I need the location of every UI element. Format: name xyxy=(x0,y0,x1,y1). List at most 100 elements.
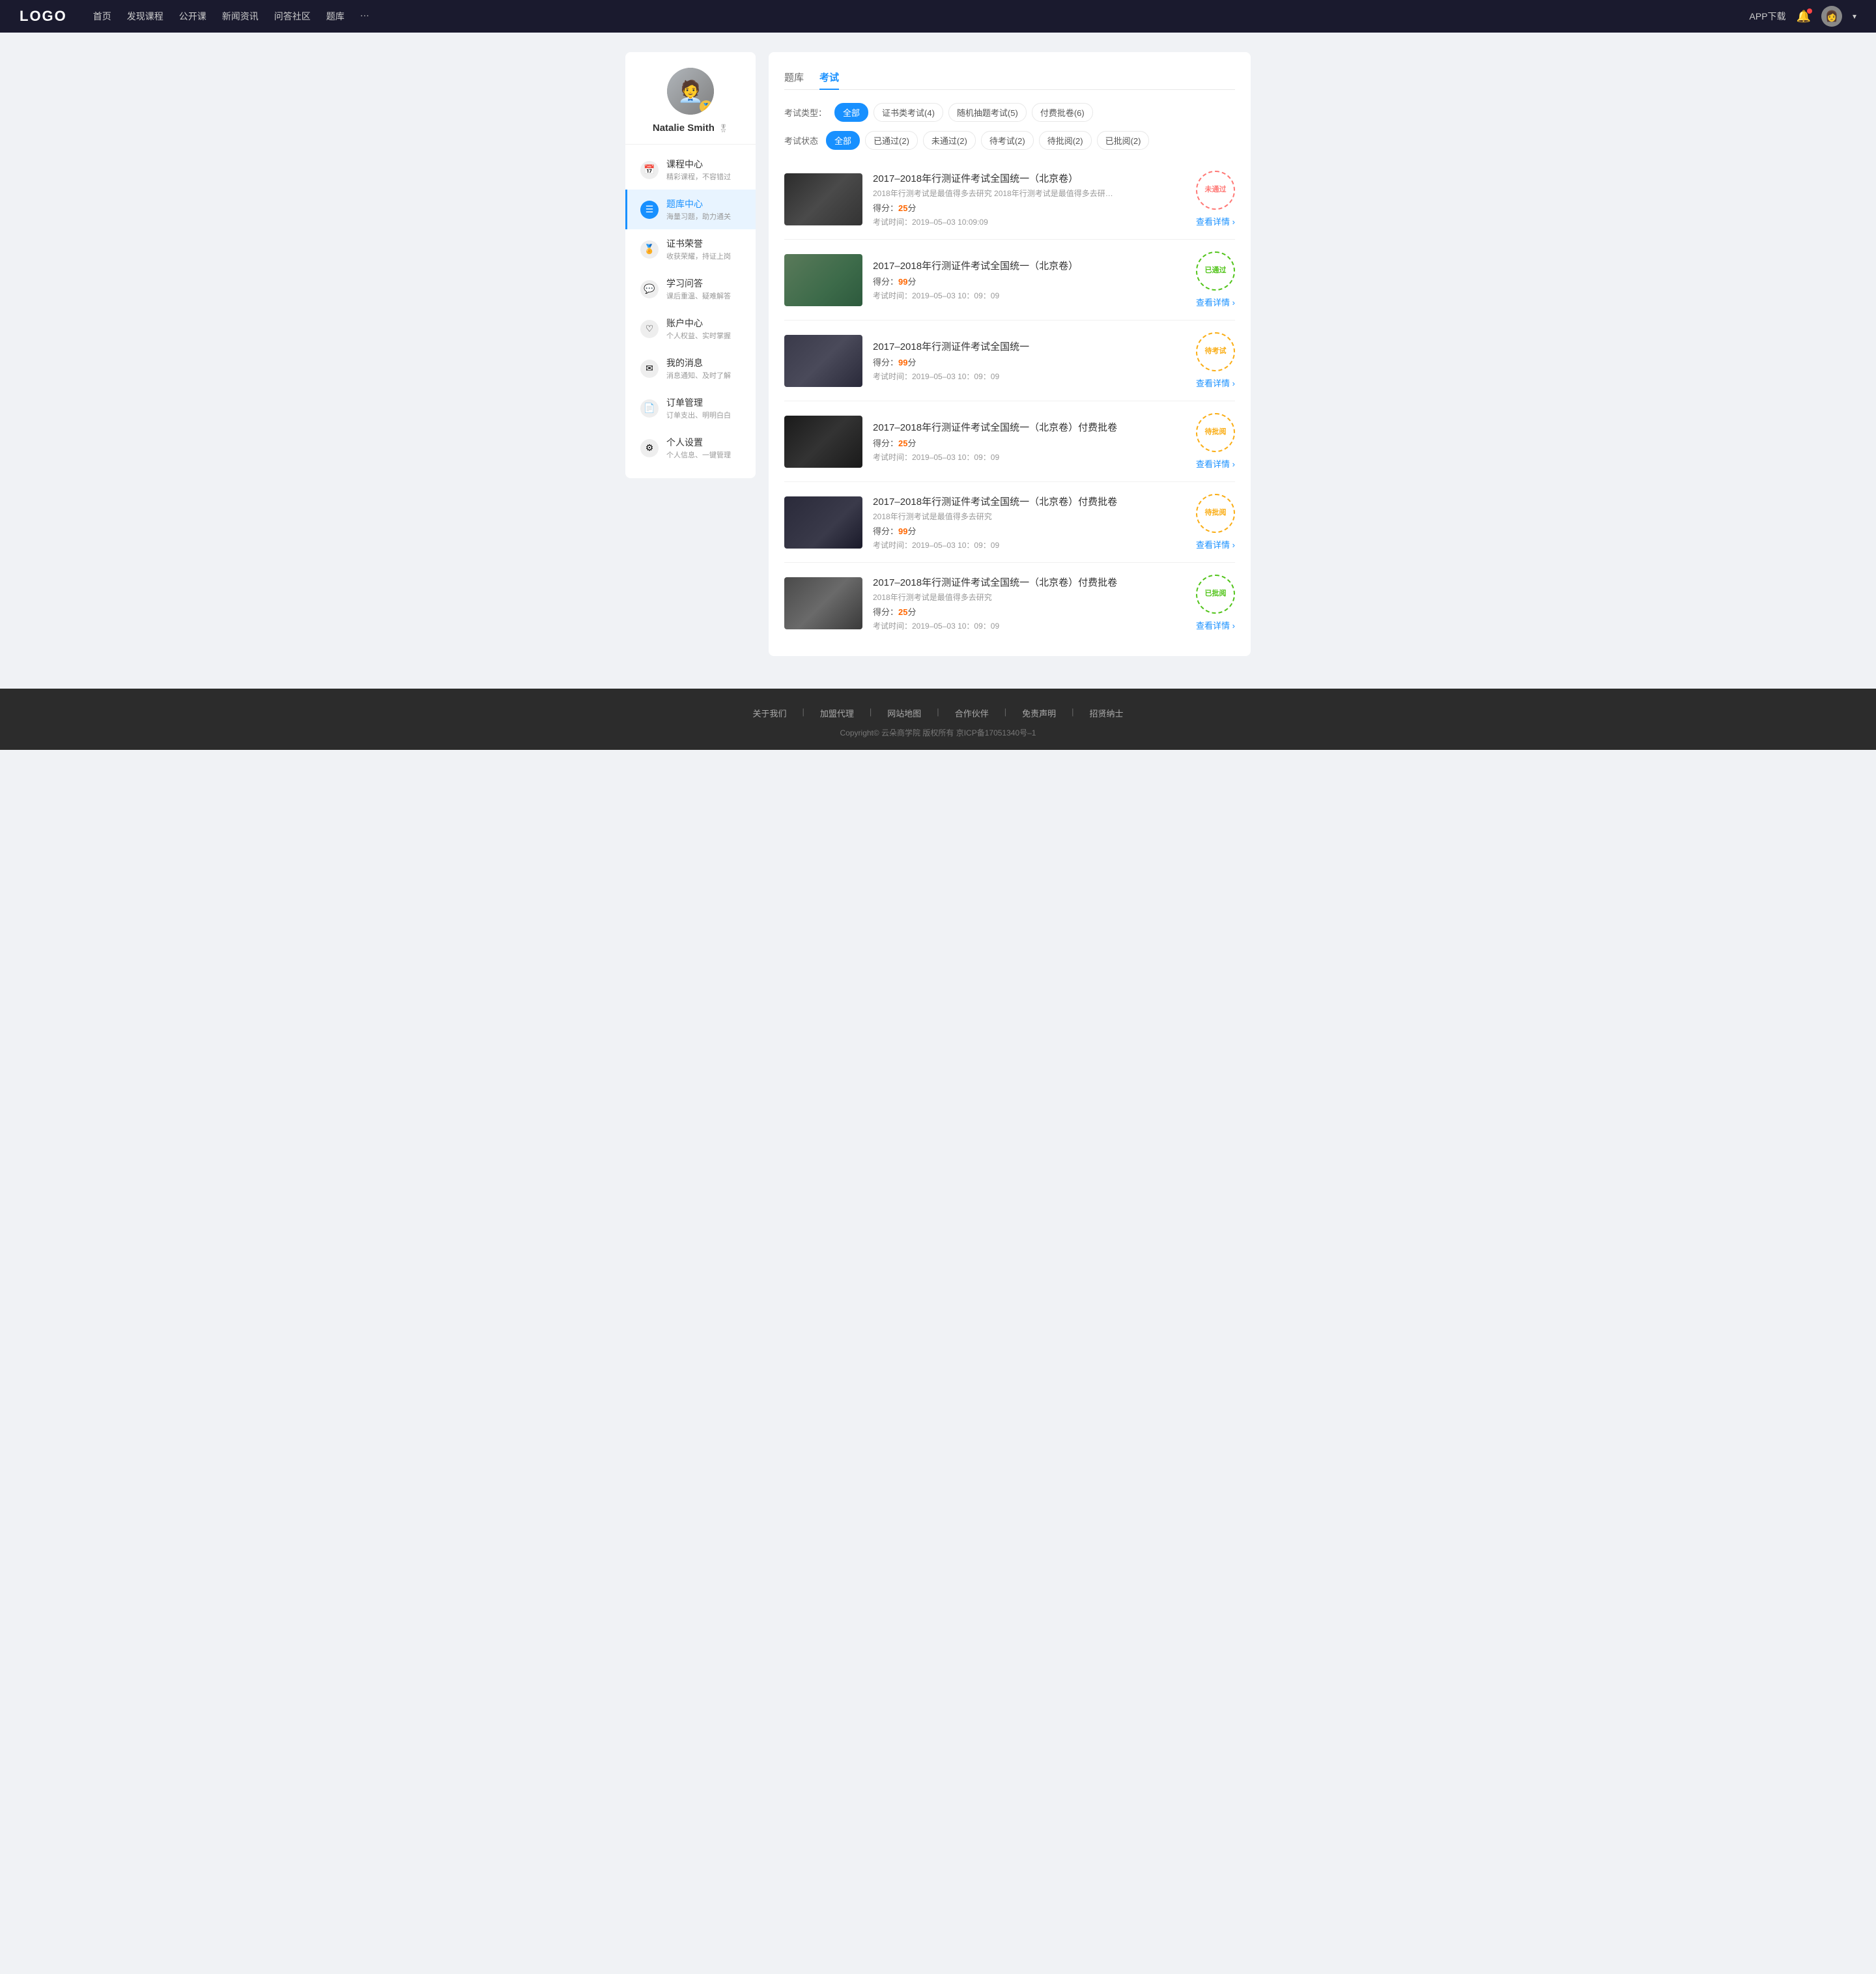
nav-item-home[interactable]: 首页 xyxy=(93,10,111,23)
menu-icon-account: ♡ xyxy=(640,320,659,338)
chevron-down-icon[interactable]: ▾ xyxy=(1853,12,1856,21)
sidebar-menu: 📅 课程中心 精彩课程，不容错过 ☰ 题库中心 海量习题，助力通关 🏅 证书荣誉… xyxy=(625,150,756,468)
menu-text-orders: 订单管理 订单支出、明明白白 xyxy=(666,396,731,420)
sidebar-item-account[interactable]: ♡ 账户中心 个人权益、实时掌握 xyxy=(625,309,756,349)
exam-score-row-6: 得分：25分 xyxy=(873,605,1186,618)
app-download[interactable]: APP下载 xyxy=(1750,10,1786,23)
exam-title-3: 2017–2018年行测证件考试全国统一 xyxy=(873,339,1186,353)
notification-bell[interactable]: 🔔 xyxy=(1797,10,1811,23)
menu-sub-qa: 课后重温、疑难解答 xyxy=(666,291,731,301)
menu-text-course-center: 课程中心 精彩课程，不容错过 xyxy=(666,158,731,182)
filter-status-row: 考试状态 全部已通过(2) 未通过(2) 待考试(2) 待批阅(2) 已批阅(2) xyxy=(784,131,1235,150)
exam-item-6: 2017–2018年行测证件考试全国统一（北京卷）付费批卷 2018年行测考试是… xyxy=(784,563,1235,643)
menu-label-messages: 我的消息 xyxy=(666,356,731,369)
exam-time-4: 考试时间：2019–05–03 10：09：09 xyxy=(873,451,1186,463)
menu-text-qa: 学习问答 课后重温、疑难解答 xyxy=(666,277,731,301)
nav-item-news[interactable]: 新闻资讯 xyxy=(222,10,259,23)
footer-link-0[interactable]: 关于我们 xyxy=(752,707,786,719)
exam-title-1: 2017–2018年行测证件考试全国统一（北京卷） xyxy=(873,171,1186,185)
sidebar-item-qa[interactable]: 💬 学习问答 课后重温、疑难解答 xyxy=(625,269,756,309)
exam-item-4: 2017–2018年行测证件考试全国统一（北京卷）付费批卷 得分：25分 考试时… xyxy=(784,401,1235,482)
footer-link-2[interactable]: 网站地图 xyxy=(887,707,921,719)
exam-info-4: 2017–2018年行测证件考试全国统一（北京卷）付费批卷 得分：25分 考试时… xyxy=(873,420,1186,463)
menu-label-certificate: 证书荣誉 xyxy=(666,237,731,250)
filter-status-option-0[interactable]: 全部 xyxy=(826,131,860,150)
exam-desc-6: 2018年行测考试是最值得多去研究 xyxy=(873,592,1120,603)
nav-item-qbank[interactable]: 题库 xyxy=(326,10,345,23)
nav-item-discover[interactable]: 发现课程 xyxy=(127,10,163,23)
filter-status-label: 考试状态 xyxy=(784,134,818,147)
nav-item-more[interactable]: ··· xyxy=(360,10,369,23)
exam-status-stamp-4: 待批阅 xyxy=(1196,413,1235,452)
exam-right-6: 已批阅 查看详情 › xyxy=(1196,575,1235,631)
nav-item-qa[interactable]: 问答社区 xyxy=(274,10,311,23)
exam-item-5: 2017–2018年行测证件考试全国统一（北京卷）付费批卷 2018年行测考试是… xyxy=(784,482,1235,563)
exam-title-6: 2017–2018年行测证件考试全国统一（北京卷）付费批卷 xyxy=(873,575,1186,589)
menu-sub-account: 个人权益、实时掌握 xyxy=(666,330,731,341)
filter-status-option-2[interactable]: 未通过(2) xyxy=(923,131,976,150)
filter-type-option-2[interactable]: 随机抽题考试(5) xyxy=(948,103,1027,122)
menu-icon-orders: 📄 xyxy=(640,399,659,418)
sidebar-item-settings[interactable]: ⚙ 个人设置 个人信息、一键管理 xyxy=(625,428,756,468)
filter-status-option-1[interactable]: 已通过(2) xyxy=(865,131,918,150)
exam-item-2: 2017–2018年行测证件考试全国统一（北京卷） 得分：99分 考试时间：20… xyxy=(784,240,1235,321)
filter-type-tags: 全部证书类考试(4) 随机抽题考试(5) 付费批卷(6) xyxy=(834,103,1093,122)
filter-status-option-3[interactable]: 待考试(2) xyxy=(981,131,1034,150)
footer-link-3[interactable]: 合作伙伴 xyxy=(955,707,989,719)
exam-detail-link-1[interactable]: 查看详情 › xyxy=(1196,215,1235,227)
sidebar-item-messages[interactable]: ✉ 我的消息 消息通知、及时了解 xyxy=(625,349,756,388)
menu-label-account: 账户中心 xyxy=(666,317,731,330)
exam-title-2: 2017–2018年行测证件考试全国统一（北京卷） xyxy=(873,259,1186,272)
exam-item-1: 2017–2018年行测证件考试全国统一（北京卷） 2018年行测考试是最值得多… xyxy=(784,159,1235,240)
footer-link-5[interactable]: 招贤纳士 xyxy=(1090,707,1124,719)
filter-type-option-0[interactable]: 全部 xyxy=(834,103,868,122)
filter-status-option-4[interactable]: 待批阅(2) xyxy=(1039,131,1092,150)
exam-detail-link-2[interactable]: 查看详情 › xyxy=(1196,296,1235,308)
notification-dot xyxy=(1807,8,1812,14)
filter-type-option-3[interactable]: 付费批卷(6) xyxy=(1032,103,1093,122)
nav-item-opencourse[interactable]: 公开课 xyxy=(179,10,206,23)
tab-exam[interactable]: 考试 xyxy=(819,65,839,89)
exam-thumb-5 xyxy=(784,496,862,549)
exam-detail-link-4[interactable]: 查看详情 › xyxy=(1196,457,1235,470)
sidebar-item-certificate[interactable]: 🏅 证书荣誉 收获荣耀，持证上岗 xyxy=(625,229,756,269)
exam-thumb-2 xyxy=(784,254,862,306)
footer: 关于我们|加盟代理|网站地图|合作伙伴|免责声明|招贤纳士 Copyright©… xyxy=(0,689,1876,750)
content-tabs: 题库考试 xyxy=(784,65,1235,90)
sidebar-item-orders[interactable]: 📄 订单管理 订单支出、明明白白 xyxy=(625,388,756,428)
exam-detail-link-5[interactable]: 查看详情 › xyxy=(1196,538,1235,551)
menu-icon-settings: ⚙ xyxy=(640,439,659,457)
exam-detail-link-3[interactable]: 查看详情 › xyxy=(1196,377,1235,389)
filter-type-option-1[interactable]: 证书类考试(4) xyxy=(874,103,943,122)
exam-info-3: 2017–2018年行测证件考试全国统一 得分：99分 考试时间：2019–05… xyxy=(873,339,1186,382)
exam-time-3: 考试时间：2019–05–03 10：09：09 xyxy=(873,371,1186,382)
avatar[interactable]: 👩 xyxy=(1821,6,1842,27)
menu-label-course-center: 课程中心 xyxy=(666,158,731,171)
filter-status-tags: 全部已通过(2) 未通过(2) 待考试(2) 待批阅(2) 已批阅(2) xyxy=(826,131,1149,150)
menu-text-account: 账户中心 个人权益、实时掌握 xyxy=(666,317,731,341)
exam-time-2: 考试时间：2019–05–03 10：09：09 xyxy=(873,290,1186,301)
tab-qbank[interactable]: 题库 xyxy=(784,65,804,89)
filter-type-label: 考试类型： xyxy=(784,106,827,119)
menu-sub-certificate: 收获荣耀，持证上岗 xyxy=(666,251,731,261)
exam-time-5: 考试时间：2019–05–03 10：09：09 xyxy=(873,539,1186,551)
footer-copyright: Copyright© 云朵商学院 版权所有 京ICP备17051340号–1 xyxy=(13,727,1863,738)
exam-score-2: 99 xyxy=(898,277,907,287)
footer-link-1[interactable]: 加盟代理 xyxy=(820,707,854,719)
filter-status-option-5[interactable]: 已批阅(2) xyxy=(1097,131,1150,150)
exam-status-stamp-1: 未通过 xyxy=(1196,171,1235,210)
menu-text-question-center: 题库中心 海量习题，助力通关 xyxy=(666,197,731,222)
menu-icon-certificate: 🏅 xyxy=(640,240,659,259)
sidebar-item-course-center[interactable]: 📅 课程中心 精彩课程，不容错过 xyxy=(625,150,756,190)
menu-text-messages: 我的消息 消息通知、及时了解 xyxy=(666,356,731,380)
footer-link-4[interactable]: 免责声明 xyxy=(1022,707,1056,719)
exam-status-stamp-2: 已通过 xyxy=(1196,251,1235,291)
menu-icon-course-center: 📅 xyxy=(640,161,659,179)
exam-thumb-4 xyxy=(784,416,862,468)
footer-sep-5: | xyxy=(1072,707,1073,719)
sidebar-avatar: 🧑‍💼 🥇 xyxy=(667,68,714,115)
exam-title-5: 2017–2018年行测证件考试全国统一（北京卷）付费批卷 xyxy=(873,494,1186,508)
exam-thumb-6 xyxy=(784,577,862,629)
sidebar-item-question-center[interactable]: ☰ 题库中心 海量习题，助力通关 xyxy=(625,190,756,229)
exam-detail-link-6[interactable]: 查看详情 › xyxy=(1196,619,1235,631)
